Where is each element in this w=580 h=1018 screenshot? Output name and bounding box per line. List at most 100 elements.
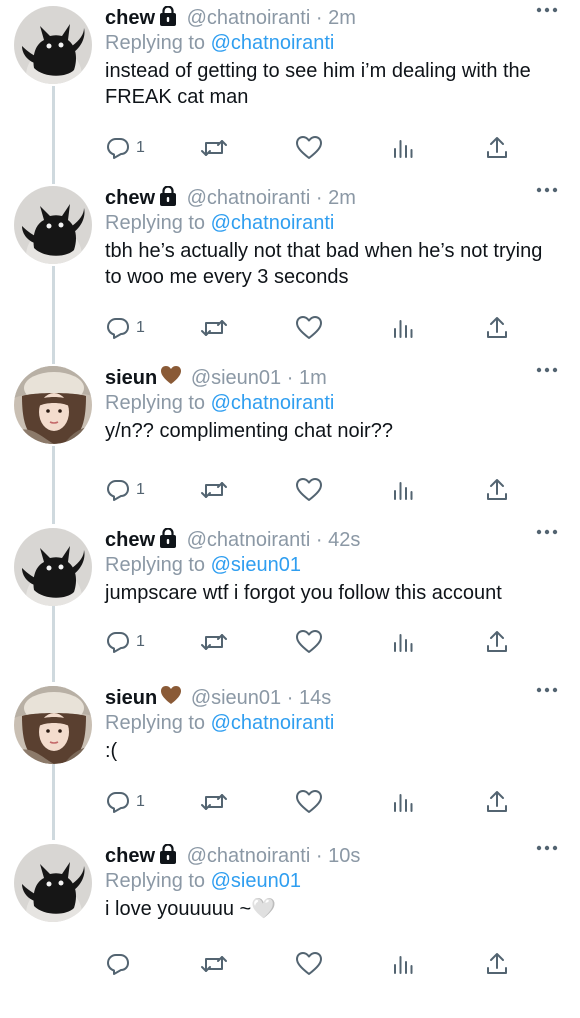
- more-icon[interactable]: [536, 184, 558, 196]
- tweet[interactable]: sieun @sieun01 · 14s Replying to @chatno…: [0, 680, 580, 860]
- tweet-actions: 1: [105, 476, 525, 504]
- reply-icon: [105, 789, 131, 815]
- heart-icon: [295, 789, 323, 815]
- tweet[interactable]: sieun @sieun01 · 1m Replying to @chatnoi…: [0, 360, 580, 540]
- reply-button[interactable]: 1: [105, 628, 145, 656]
- timestamp[interactable]: 14s: [299, 687, 331, 709]
- tweet[interactable]: chew @chatnoiranti · 42s Replying to @si…: [0, 522, 580, 702]
- tweet-header: chew @chatnoiranti · 10s: [105, 843, 564, 870]
- reply-icon: [105, 629, 131, 655]
- reply-button[interactable]: 1: [105, 476, 145, 504]
- lock-icon: [158, 185, 178, 212]
- reply-count: 1: [136, 139, 145, 156]
- timestamp[interactable]: 42s: [328, 529, 360, 551]
- views-button[interactable]: [391, 788, 415, 816]
- user-handle[interactable]: @chatnoiranti: [187, 7, 311, 29]
- tweet-header: sieun @sieun01 · 1m: [105, 366, 564, 390]
- retweet-button[interactable]: [199, 476, 229, 504]
- more-icon[interactable]: [536, 526, 558, 538]
- views-button[interactable]: [391, 134, 415, 162]
- views-button[interactable]: [391, 950, 415, 978]
- like-button[interactable]: [295, 628, 323, 656]
- more-icon[interactable]: [536, 842, 558, 854]
- replying-to-label: Replying to: [105, 712, 206, 734]
- more-icon[interactable]: [536, 364, 558, 376]
- user-handle[interactable]: @sieun01: [191, 687, 281, 709]
- heart-icon: [295, 477, 323, 503]
- views-button[interactable]: [391, 628, 415, 656]
- retweet-icon: [199, 135, 229, 161]
- like-button[interactable]: [295, 314, 323, 342]
- reply-mention-link[interactable]: @chatnoiranti: [211, 32, 335, 54]
- reply-mention-link[interactable]: @chatnoiranti: [211, 712, 335, 734]
- share-button[interactable]: [485, 134, 509, 162]
- like-button[interactable]: [295, 950, 323, 978]
- views-button[interactable]: [391, 476, 415, 504]
- like-button[interactable]: [295, 134, 323, 162]
- heart-icon: [295, 951, 323, 977]
- retweet-button[interactable]: [199, 788, 229, 816]
- avatar[interactable]: [14, 686, 92, 764]
- display-name[interactable]: sieun: [105, 367, 157, 389]
- more-icon[interactable]: [536, 684, 558, 696]
- separator: ·: [315, 845, 323, 867]
- display-name[interactable]: chew: [105, 845, 155, 867]
- timestamp[interactable]: 2m: [328, 187, 356, 209]
- separator: ·: [315, 7, 323, 29]
- reply-mention-link[interactable]: @chatnoiranti: [211, 392, 335, 414]
- replying-to: Replying to @sieun01: [105, 868, 564, 894]
- timestamp[interactable]: 1m: [299, 367, 327, 389]
- heart-icon: [295, 135, 323, 161]
- reply-button[interactable]: [105, 950, 136, 978]
- reply-mention-link[interactable]: @chatnoiranti: [211, 212, 335, 234]
- retweet-button[interactable]: [199, 314, 229, 342]
- retweet-button[interactable]: [199, 628, 229, 656]
- tweet[interactable]: chew @chatnoiranti · 10s Replying to @si…: [0, 838, 580, 1018]
- like-button[interactable]: [295, 788, 323, 816]
- views-button[interactable]: [391, 314, 415, 342]
- timestamp[interactable]: 2m: [328, 7, 356, 29]
- avatar[interactable]: [14, 844, 92, 922]
- timestamp[interactable]: 10s: [328, 845, 360, 867]
- reply-mention-link[interactable]: @sieun01: [211, 554, 301, 576]
- reply-icon: [105, 951, 131, 977]
- share-button[interactable]: [485, 314, 509, 342]
- share-button[interactable]: [485, 628, 509, 656]
- more-icon[interactable]: [536, 4, 558, 16]
- avatar[interactable]: [14, 186, 92, 264]
- reply-mention-link[interactable]: @sieun01: [211, 870, 301, 892]
- share-button[interactable]: [485, 476, 509, 504]
- avatar[interactable]: [14, 528, 92, 606]
- reply-icon: [105, 315, 131, 341]
- avatar[interactable]: [14, 6, 92, 84]
- like-button[interactable]: [295, 476, 323, 504]
- tweet-actions: 1: [105, 314, 525, 342]
- replying-to-label: Replying to: [105, 870, 206, 892]
- reply-button[interactable]: 1: [105, 788, 145, 816]
- display-name[interactable]: chew: [105, 529, 155, 551]
- retweet-button[interactable]: [199, 134, 229, 162]
- share-icon: [485, 135, 509, 161]
- avatar[interactable]: [14, 366, 92, 444]
- views-icon: [391, 951, 415, 977]
- replying-to-label: Replying to: [105, 554, 206, 576]
- tweet-content: chew @chatnoiranti · 42s Replying to @si…: [105, 527, 564, 606]
- reply-button[interactable]: 1: [105, 314, 145, 342]
- user-handle[interactable]: @chatnoiranti: [187, 529, 311, 551]
- share-button[interactable]: [485, 788, 509, 816]
- user-handle[interactable]: @chatnoiranti: [187, 845, 311, 867]
- reply-button[interactable]: 1: [105, 134, 145, 162]
- retweet-icon: [199, 789, 229, 815]
- views-icon: [391, 315, 415, 341]
- share-button[interactable]: [485, 950, 509, 978]
- retweet-button[interactable]: [199, 950, 229, 978]
- user-handle[interactable]: @sieun01: [191, 367, 281, 389]
- views-icon: [391, 629, 415, 655]
- reply-icon: [105, 477, 131, 503]
- display-name[interactable]: chew: [105, 187, 155, 209]
- user-handle[interactable]: @chatnoiranti: [187, 187, 311, 209]
- separator: ·: [315, 187, 323, 209]
- display-name[interactable]: chew: [105, 7, 155, 29]
- lock-icon: [158, 843, 178, 870]
- display-name[interactable]: sieun: [105, 687, 157, 709]
